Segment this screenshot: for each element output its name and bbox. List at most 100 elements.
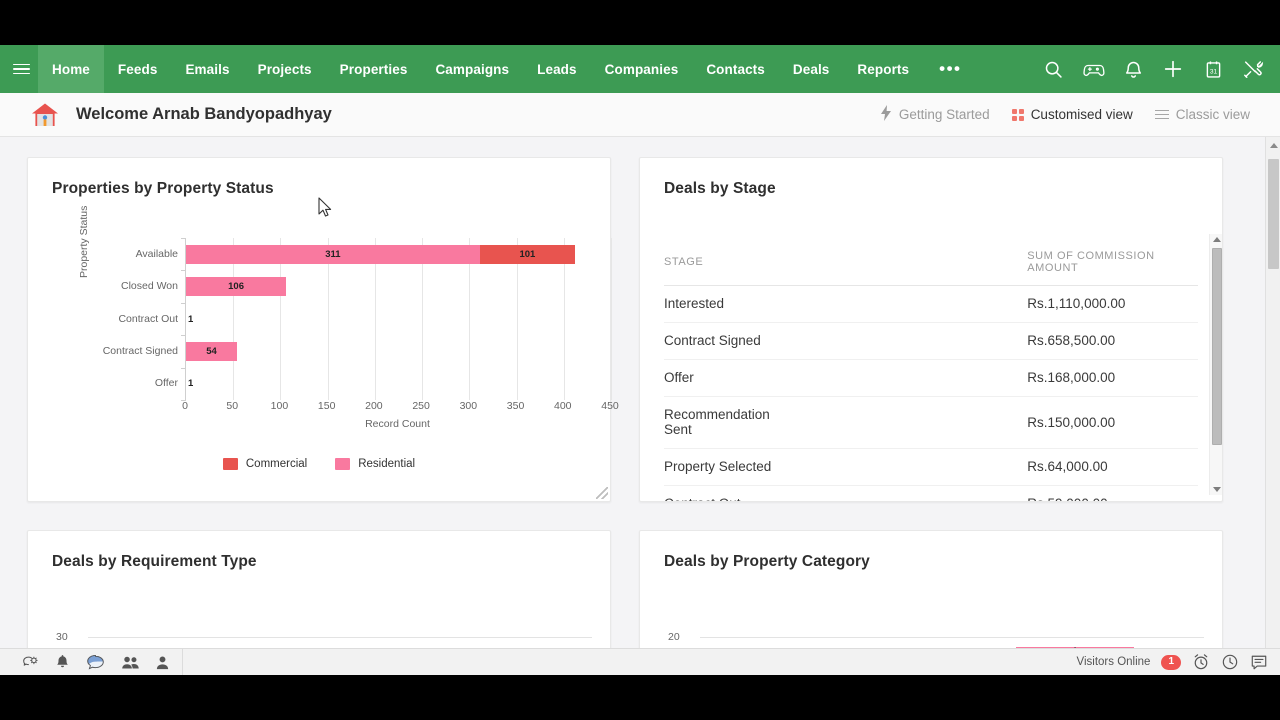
- x-axis-tick-0: 0: [182, 400, 188, 412]
- gridline-20: [700, 637, 1204, 638]
- y-axis-label: Contract Out: [118, 312, 178, 325]
- nav-items: Home Feeds Emails Projects Properties Ca…: [38, 45, 978, 93]
- table-row[interactable]: Property Selected Rs.64,000.00: [664, 448, 1198, 486]
- hamburger-menu-icon[interactable]: [0, 45, 38, 93]
- nav-item-more[interactable]: •••: [923, 45, 977, 93]
- notes-icon[interactable]: [1250, 654, 1268, 671]
- nav-item-leads[interactable]: Leads: [523, 45, 591, 93]
- x-axis-tick-100: 100: [270, 400, 289, 412]
- page-scroll-up-arrow-icon[interactable]: [1269, 143, 1278, 148]
- card-title-deals-by-stage: Deals by Stage: [664, 180, 776, 197]
- y-axis-tick: [181, 238, 186, 239]
- cell-commission-amount: Rs.59,000.00: [797, 485, 1198, 501]
- y-tick-30: 30: [56, 631, 68, 643]
- y-axis-tick: [181, 335, 186, 337]
- x-axis-tick-200: 200: [365, 400, 383, 412]
- clock-icon[interactable]: [1221, 653, 1239, 671]
- welcome-bar: Welcome Arnab Bandyopadhyay Getting Star…: [0, 93, 1280, 137]
- y-axis-label: Available: [135, 247, 178, 260]
- table-row[interactable]: Recommendation Sent Rs.150,000.00: [664, 396, 1198, 449]
- column-header-stage: STAGE: [664, 240, 798, 286]
- bar-segment-residential[interactable]: 311: [186, 244, 480, 264]
- nav-item-companies[interactable]: Companies: [591, 45, 693, 93]
- list-view-icon: [1154, 109, 1169, 120]
- bell-icon[interactable]: [55, 654, 70, 670]
- bell-icon[interactable]: [1116, 52, 1150, 86]
- page-scrollbar[interactable]: [1265, 137, 1280, 675]
- nav-item-campaigns[interactable]: Campaigns: [421, 45, 523, 93]
- table-row[interactable]: Offer Rs.168,000.00: [664, 359, 1198, 397]
- legend-label-residential: Residential: [358, 458, 416, 470]
- bar-row-closed-won: Closed Won 106: [121, 277, 287, 297]
- bar-segment-residential[interactable]: 54: [186, 341, 237, 361]
- dashboard-content: Properties by Property Status Property S…: [0, 137, 1280, 675]
- bar-value-label: 1: [188, 378, 194, 390]
- legend-swatch-residential: [335, 458, 351, 470]
- nav-item-properties[interactable]: Properties: [326, 45, 422, 93]
- cell-stage: Recommendation Sent: [664, 396, 798, 449]
- bar-chart-properties-by-status: Property Status Available 311 101 Closed Wo…: [28, 206, 619, 431]
- visitors-online-label: Visitors Online: [1076, 656, 1151, 668]
- plus-icon[interactable]: [1156, 52, 1190, 86]
- getting-started-button[interactable]: Getting Started: [880, 105, 990, 124]
- y-axis-title: Property Status: [78, 205, 90, 278]
- single-contact-icon[interactable]: [156, 655, 169, 670]
- page-scrollbar-thumb[interactable]: [1268, 159, 1279, 269]
- legend-item-commercial[interactable]: Commercial: [222, 458, 308, 470]
- nav-item-contacts[interactable]: Contacts: [692, 45, 779, 93]
- x-axis-tick-300: 300: [459, 400, 478, 412]
- alarm-clock-icon[interactable]: [1192, 653, 1210, 671]
- nav-item-deals[interactable]: Deals: [779, 45, 844, 93]
- scroll-down-arrow-icon[interactable]: [1212, 487, 1221, 492]
- classic-view-button[interactable]: Classic view: [1154, 107, 1250, 122]
- contacts-group-icon[interactable]: [121, 655, 140, 670]
- x-axis-tick-150: 150: [317, 400, 336, 412]
- card-properties-by-property-status: Properties by Property Status Property S…: [27, 157, 619, 502]
- cell-commission-amount: Rs.64,000.00: [797, 448, 1198, 486]
- table-header-row: STAGE SUM OF COMMISSION AMOUNT: [664, 240, 1198, 286]
- y-axis-tick: [181, 367, 186, 369]
- x-axis-tick-400: 400: [554, 400, 572, 412]
- classic-view-label: Classic view: [1175, 107, 1250, 122]
- cell-commission-amount: Rs.1,110,000.00: [797, 285, 1198, 323]
- nav-item-feeds[interactable]: Feeds: [104, 45, 172, 93]
- scroll-up-arrow-icon[interactable]: [1212, 237, 1221, 242]
- table-row[interactable]: Contract Signed Rs.658,500.00: [664, 322, 1198, 360]
- top-navigation-bar: Home Feeds Emails Projects Properties Ca…: [0, 45, 1280, 93]
- legend-item-residential[interactable]: Residential: [335, 458, 415, 470]
- search-icon[interactable]: [1036, 52, 1070, 86]
- nav-item-home[interactable]: Home: [38, 45, 104, 93]
- nav-right-icons: 31: [1036, 45, 1280, 93]
- nav-item-projects[interactable]: Projects: [244, 45, 326, 93]
- table-scrollbar[interactable]: [1209, 234, 1222, 495]
- cell-commission-amount: Rs.658,500.00: [797, 322, 1198, 360]
- column-header-commission: SUM OF COMMISSION AMOUNT: [797, 240, 1198, 286]
- chat-settings-icon[interactable]: [22, 655, 39, 670]
- card-title-properties-by-status: Properties by Property Status: [52, 180, 274, 197]
- table-scrollbar-thumb[interactable]: [1211, 248, 1222, 445]
- bar-segment-residential[interactable]: 106: [186, 277, 287, 297]
- x-axis-title: Record Count: [365, 418, 430, 430]
- legend-label-commercial: Commercial: [245, 458, 308, 470]
- table-row[interactable]: Interested Rs.1,110,000.00: [664, 285, 1198, 323]
- bar-row-available: Available 311 101: [136, 244, 576, 264]
- status-bar-divider: [182, 648, 183, 675]
- gamepad-icon[interactable]: [1076, 52, 1110, 86]
- chart-plot-area: Available 311 101 Closed Won 106 Contract Out…: [103, 238, 612, 401]
- calendar-icon[interactable]: 31: [1196, 52, 1230, 86]
- nav-item-emails[interactable]: Emails: [171, 45, 243, 93]
- svg-text:31: 31: [1209, 68, 1217, 75]
- y-axis-label: Closed Won: [120, 280, 178, 293]
- gridline-30: [88, 637, 592, 638]
- status-bar: Visitors Online 1: [0, 648, 1280, 675]
- tools-icon[interactable]: [1236, 52, 1270, 86]
- cell-stage: Interested: [664, 285, 798, 323]
- customised-view-button[interactable]: Customised view: [1011, 107, 1133, 122]
- bar-row-contract-signed: Contract Signed 54: [103, 341, 237, 361]
- nav-item-reports[interactable]: Reports: [843, 45, 923, 93]
- chat-bubble-icon[interactable]: [86, 654, 105, 670]
- letterbox-top: [0, 0, 1280, 45]
- table-row[interactable]: Contract OutRs.59,000.00: [664, 485, 1198, 501]
- bar-segment-commercial[interactable]: 101: [479, 244, 576, 264]
- card-resize-handle[interactable]: [596, 487, 608, 499]
